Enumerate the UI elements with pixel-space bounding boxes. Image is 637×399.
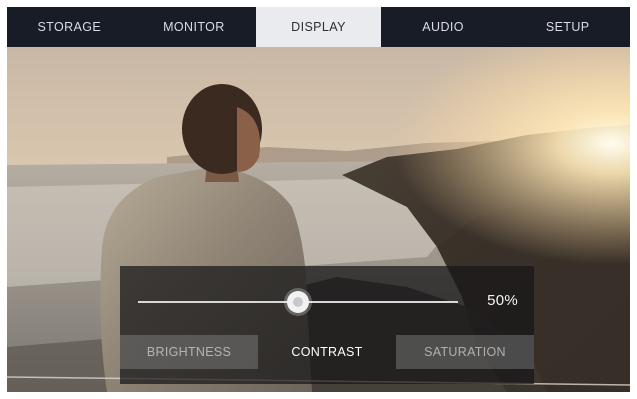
tab-storage[interactable]: STORAGE: [7, 7, 132, 47]
tab-display[interactable]: DISPLAY: [256, 7, 381, 47]
camera-display-screen: STORAGE MONITOR DISPLAY AUDIO SETUP 50% …: [7, 7, 630, 392]
contrast-button[interactable]: CONTRAST: [258, 335, 396, 369]
tab-setup[interactable]: SETUP: [505, 7, 630, 47]
saturation-button[interactable]: SATURATION: [396, 335, 534, 369]
brightness-button[interactable]: BRIGHTNESS: [120, 335, 258, 369]
tab-audio[interactable]: AUDIO: [381, 7, 506, 47]
menu-tab-bar: STORAGE MONITOR DISPLAY AUDIO SETUP: [7, 7, 630, 47]
adjustment-mode-selector: BRIGHTNESS CONTRAST SATURATION: [120, 335, 534, 369]
tab-monitor[interactable]: MONITOR: [132, 7, 257, 47]
contrast-slider-thumb[interactable]: [287, 291, 309, 313]
contrast-control-panel: 50% BRIGHTNESS CONTRAST SATURATION: [120, 266, 534, 384]
slider-value-readout: 50%: [487, 292, 518, 309]
